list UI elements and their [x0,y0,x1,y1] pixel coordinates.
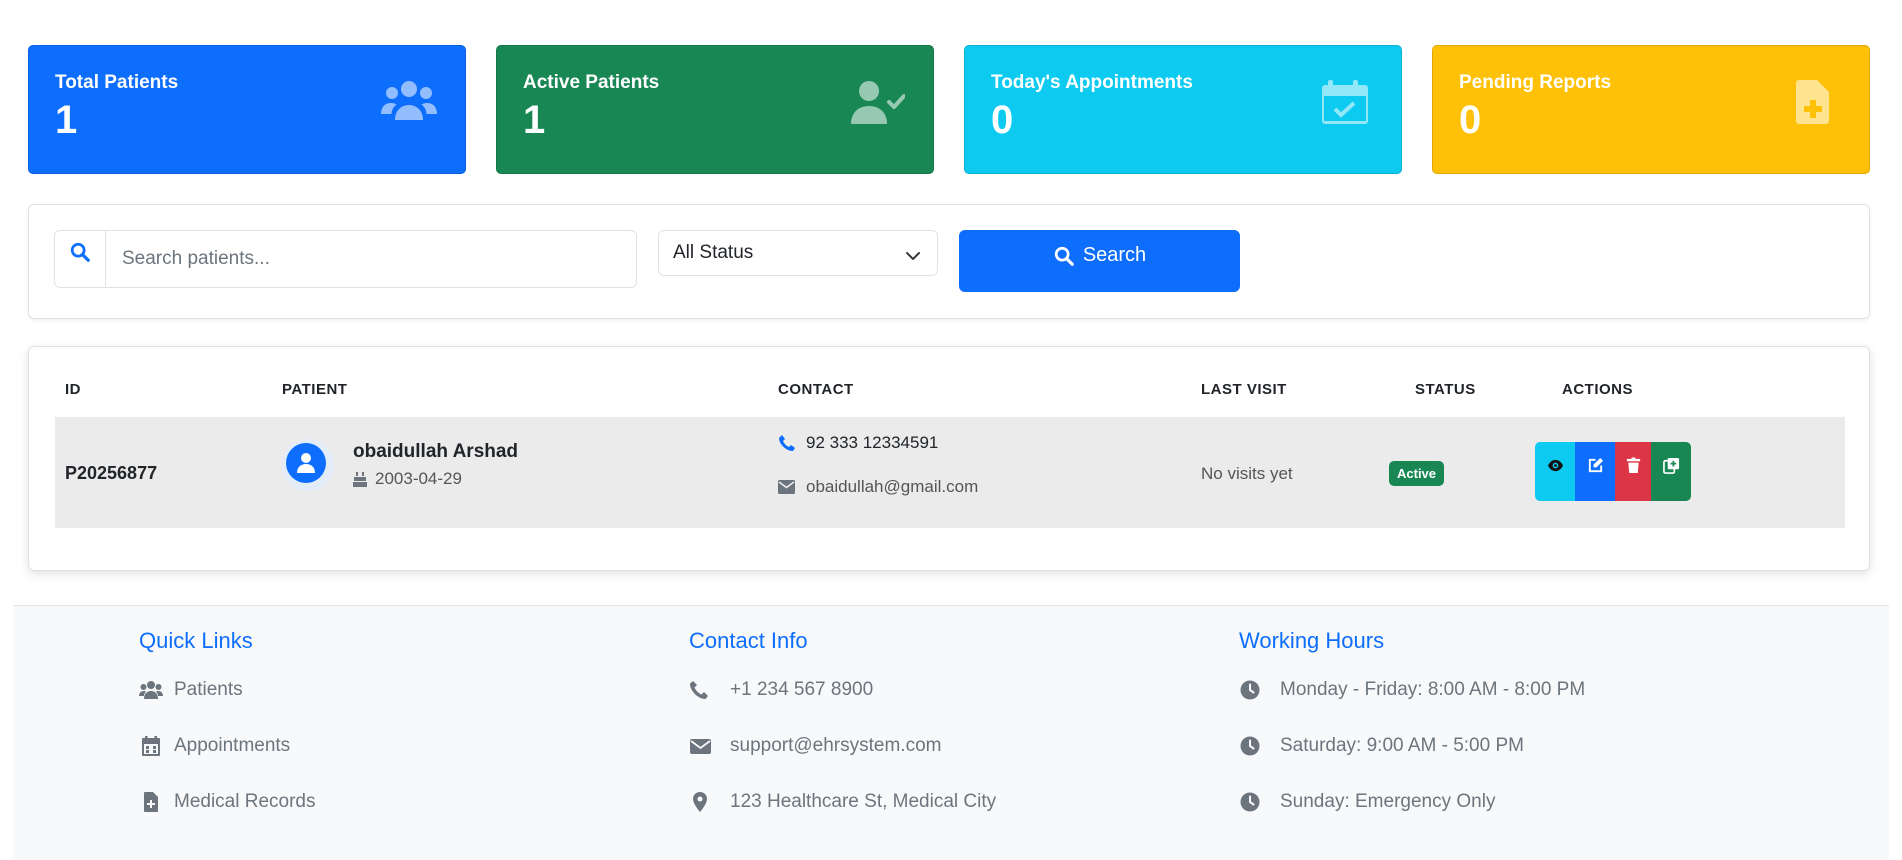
table-header: ID PATIENT CONTACT LAST VISIT STATUS ACT… [55,381,1845,411]
footer-link-label: Medical Records [174,791,316,812]
stat-card-total-patients: Total Patients 1 [28,45,466,174]
patient-email: obaidullah@gmail.com [778,477,978,497]
footer-contact-phone-value: +1 234 567 8900 [730,679,874,700]
patient-id: P20256877 [65,463,158,483]
footer-contact-phone: +1 234 567 8900 [689,662,996,718]
edit-icon [1588,457,1603,473]
stat-card-pending-reports: Pending Reports 0 [1432,45,1870,174]
footer-contact-address: 123 Healthcare St, Medical City [689,774,996,830]
file-medical-icon [1785,78,1841,126]
status-select[interactable]: All Status [658,230,938,276]
row-actions [1535,442,1691,501]
column-header-contact: CONTACT [778,381,854,398]
footer-hours-value: Saturday: 9:00 AM - 5:00 PM [1280,735,1524,756]
eye-icon [1547,459,1563,472]
users-icon [381,78,437,126]
footer-hours-weekdays: Monday - Friday: 8:00 AM - 8:00 PM [1239,662,1585,718]
status-badge: Active [1389,461,1445,486]
footer-hours-value: Monday - Friday: 8:00 AM - 8:00 PM [1280,679,1586,700]
column-header-actions: ACTIONS [1562,381,1633,398]
search-input-group [54,230,637,288]
patient-phone-value: 92 333 12334591 [806,433,939,452]
clock-icon [1239,735,1273,757]
edit-button[interactable] [1575,442,1615,501]
duplicate-button[interactable] [1651,442,1691,501]
column-header-status: STATUS [1415,381,1476,398]
trash-icon [1626,457,1640,474]
view-button[interactable] [1535,442,1575,501]
table-row: P20256877 obaidullah Arshad 2003-04-29 9… [55,417,1845,528]
footer-heading-contact: Contact Info [689,628,808,653]
footer-contact-info: Contact Info +1 234 567 8900 support@ehr… [689,628,996,830]
clock-icon [1239,679,1273,701]
column-header-last-visit: LAST VISIT [1201,381,1287,398]
calendar-check-icon [1317,78,1373,126]
map-marker-icon [689,791,723,813]
footer-working-hours: Working Hours Monday - Friday: 8:00 AM -… [1239,628,1585,830]
footer-quick-links: Quick Links Patients Appointments Medica… [139,628,316,830]
footer-hours-saturday: Saturday: 9:00 AM - 5:00 PM [1239,718,1585,774]
user-icon [297,453,315,473]
phone-icon [689,679,723,701]
patient-dob: 2003-04-29 [353,469,462,489]
search-panel: All Status Search [28,204,1870,319]
phone-icon [779,435,795,451]
patient-email-value: obaidullah@gmail.com [806,477,979,496]
footer-link-label: Appointments [174,735,291,756]
stat-card-todays-appointments: Today's Appointments 0 [964,45,1402,174]
status-select-value: All Status [673,242,754,263]
footer-contact-address-value: 123 Healthcare St, Medical City [730,791,997,812]
calendar-icon [139,735,167,757]
patient-name: obaidullah Arshad [353,441,519,462]
envelope-icon [689,735,723,757]
search-input[interactable] [106,231,636,287]
last-visit: No visits yet [1201,464,1293,483]
footer-heading-quick-links: Quick Links [139,628,253,653]
footer-contact-email-value: support@ehrsystem.com [730,735,942,756]
user-check-icon [849,78,905,126]
patient-phone: 92 333 12334591 [778,433,938,453]
birthday-cake-icon [353,472,367,487]
search-button[interactable]: Search [959,230,1240,292]
footer: Quick Links Patients Appointments Medica… [13,605,1889,860]
footer-hours-value: Sunday: Emergency Only [1280,791,1496,812]
search-button-label: Search [1082,244,1147,266]
footer-link-patients[interactable]: Patients [139,662,316,718]
chevron-down-icon [905,246,921,260]
avatar [282,439,334,491]
search-icon [55,231,106,287]
copy-icon [1662,457,1679,474]
footer-heading-hours: Working Hours [1239,628,1385,653]
footer-link-label: Patients [174,679,243,700]
file-medical-icon [139,791,167,813]
footer-link-appointments[interactable]: Appointments [139,718,316,774]
search-icon [1054,246,1074,266]
column-header-patient: PATIENT [282,381,348,398]
patients-table: ID PATIENT CONTACT LAST VISIT STATUS ACT… [28,346,1870,571]
delete-button[interactable] [1615,442,1651,501]
footer-link-medical-records[interactable]: Medical Records [139,774,316,830]
stats-row: Total Patients 1 Active Patients 1 Today… [28,45,1870,174]
patient-dob-value: 2003-04-29 [375,469,462,488]
footer-hours-sunday: Sunday: Emergency Only [1239,774,1585,830]
stat-card-active-patients: Active Patients 1 [496,45,934,174]
column-header-id: ID [65,381,81,398]
envelope-icon [778,480,795,494]
footer-contact-email: support@ehrsystem.com [689,718,996,774]
clock-icon [1239,791,1273,813]
users-icon [139,679,167,701]
